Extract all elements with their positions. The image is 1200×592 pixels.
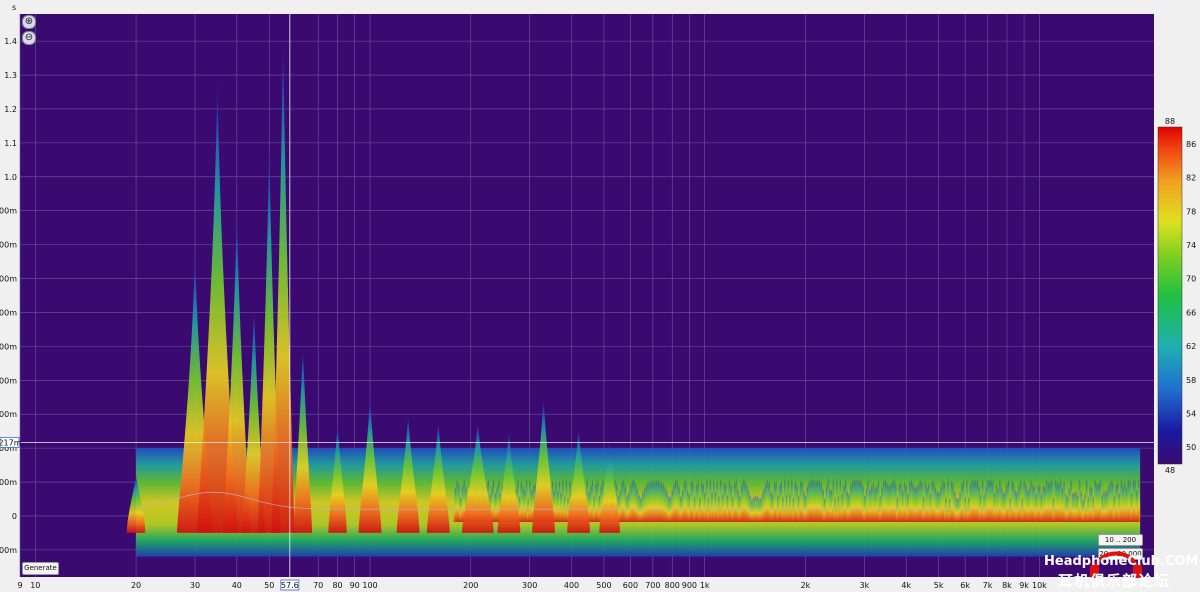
x-tick-label: 300	[522, 581, 537, 590]
x-tick-label: 5k	[934, 581, 944, 590]
y-axis-ticks: 1.4 1.3 1.2 1.1 1.0 900m 800m 700m 600m 500m 400m 3…	[0, 37, 22, 555]
watermark-logo: HeadphoneClub.COM 耳机俱乐部论坛	[1038, 548, 1198, 590]
x-tick-label: 9	[17, 581, 22, 590]
x-tick-label: 800	[665, 581, 680, 590]
x-tick-label: 400	[564, 581, 579, 590]
x-tick-label: 2k	[801, 581, 811, 590]
y-tick-label: 1.1	[4, 139, 17, 148]
x-tick-label: 700	[645, 581, 660, 590]
x-tick-label: 30	[190, 581, 200, 590]
x-tick-label: 9k	[1019, 581, 1029, 590]
colorbar-tick-label: 70	[1186, 275, 1196, 284]
colorbar-tick-label: 50	[1186, 443, 1196, 452]
x-axis-ticks: 9 10 20 30 40 50 70 80 90 100 200 300 400 500 600 700 80…	[17, 579, 1047, 591]
x-tick-label: 900	[682, 581, 697, 590]
watermark-text-cn: 耳机俱乐部论坛	[1058, 572, 1171, 590]
y-tick-label: 0	[12, 512, 17, 521]
y-tick-label: 900m	[0, 207, 17, 216]
y-tick-label: 1.3	[4, 71, 17, 80]
watermark-text-en: HeadphoneClub.COM	[1044, 554, 1199, 569]
colorbar-tick-label: 58	[1186, 376, 1196, 385]
x-tick-label: 600	[623, 581, 638, 590]
x-tick-label: 4k	[901, 581, 911, 590]
colorbar-tick-label: 88	[1165, 117, 1175, 126]
y-tick-label: 1.4	[4, 37, 17, 46]
x-tick-label: 20	[131, 581, 141, 590]
x-tick-label: 40	[232, 581, 242, 590]
y-tick-label: 600m	[0, 308, 17, 317]
colorbar-tick-label: 74	[1186, 241, 1196, 250]
colorbar-tick-label: 54	[1186, 409, 1196, 418]
x-tick-label: 7k	[983, 581, 993, 590]
colorbar	[1157, 126, 1183, 465]
y-tick-label: 800m	[0, 241, 17, 250]
zoom-out-icon[interactable]: ⊖	[22, 31, 36, 45]
generate-button[interactable]: Generate	[22, 562, 59, 575]
x-tick-label: 50	[264, 581, 274, 590]
x-tick-label: 3k	[860, 581, 870, 590]
cursor-x-label: 57.6	[281, 581, 299, 590]
colorbar-tick-label: 48	[1165, 466, 1175, 475]
y-tick-label: 100m	[0, 478, 17, 487]
x-tick-label: 1k	[700, 581, 710, 590]
y-tick-label: -100m	[0, 546, 17, 555]
y-tick-label: 300m	[0, 410, 17, 419]
x-tick-label: 8k	[1002, 581, 1012, 590]
y-tick-label: 400m	[0, 376, 17, 385]
range-button-10-200[interactable]: 10 .. 200	[1098, 534, 1143, 546]
y-tick-label: 1.0	[4, 173, 17, 182]
x-tick-label: 6k	[960, 581, 970, 590]
zoom-in-icon[interactable]: ⊕	[22, 15, 36, 29]
colorbar-tick-label: 78	[1186, 207, 1196, 216]
waterfall-chart[interactable]: s 1.41.31.21.11.0900m800m700m600m500m400…	[0, 0, 1200, 592]
colorbar-tick-label: 82	[1186, 174, 1196, 183]
x-tick-label: 100	[362, 581, 377, 590]
cursor-y-label: 217m	[0, 438, 22, 447]
colorbar-tick-label: 86	[1186, 140, 1196, 149]
y-axis-unit: s	[12, 3, 16, 12]
colorbar-tick-label: 66	[1186, 308, 1196, 317]
x-tick-label: 80	[332, 581, 342, 590]
colorbar-tick-label: 62	[1186, 342, 1196, 351]
y-tick-label: 1.2	[4, 105, 17, 114]
y-tick-label: 500m	[0, 342, 17, 351]
y-tick-label: 700m	[0, 275, 17, 284]
x-tick-label: 10	[30, 581, 40, 590]
x-tick-label: 500	[596, 581, 611, 590]
x-tick-label: 200	[463, 581, 478, 590]
zoom-controls: ⊕ ⊖	[22, 15, 36, 45]
x-tick-label: 70	[313, 581, 323, 590]
x-tick-label: 90	[350, 581, 360, 590]
